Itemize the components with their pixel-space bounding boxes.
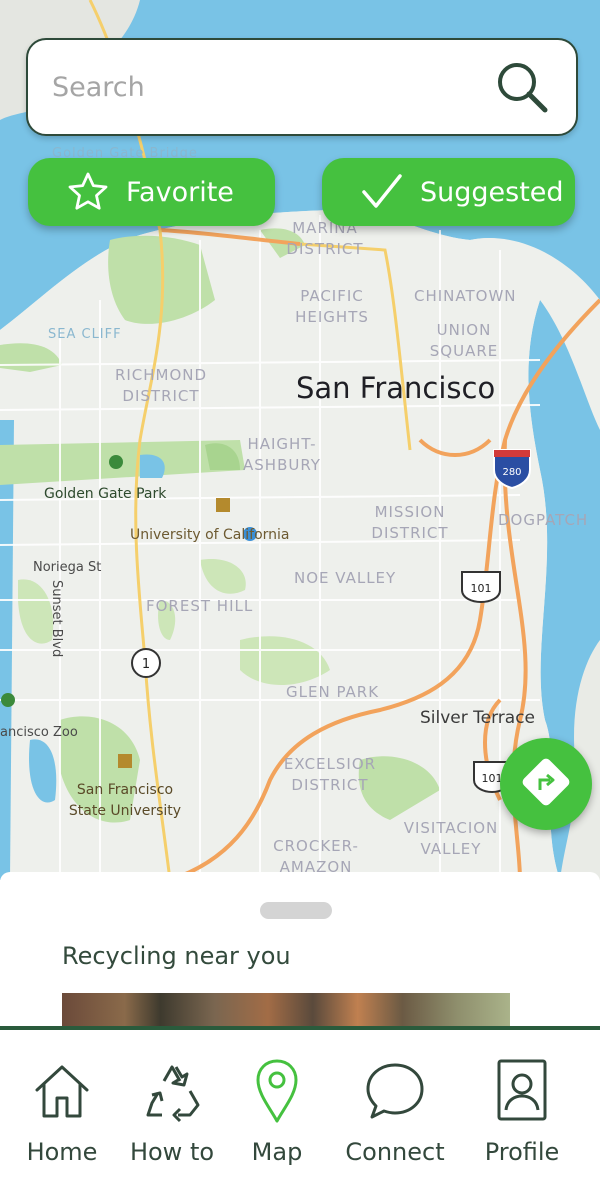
map-label-silver-terrace: Silver Terrace [420, 708, 536, 728]
svg-text:101: 101 [471, 582, 492, 595]
sheet-drag-handle[interactable] [260, 902, 332, 919]
map-label-zoo: ancisco Zoo [0, 725, 78, 740]
map-label-visitacion-valley: VISITACION VALLEY [403, 819, 499, 858]
tab-how-to[interactable]: How to [118, 1030, 226, 1197]
map-label-noe-valley: NOE VALLEY [294, 569, 397, 587]
profile-card-icon [487, 1058, 557, 1124]
map-label-golden-gate-park: Golden Gate Park [44, 486, 167, 502]
search-input[interactable] [52, 71, 492, 103]
map-label-dogpatch: DOGPATCH [498, 511, 589, 529]
bottom-sheet[interactable]: Recycling near you [0, 872, 600, 1032]
tab-how-to-label: How to [129, 1138, 215, 1166]
tab-profile[interactable]: Profile [472, 1030, 572, 1197]
map-label-forest-hill: FOREST HILL [146, 597, 254, 615]
map-pin-icon [242, 1058, 312, 1124]
map-label-union-square: UNION SQUARE [429, 321, 499, 360]
favorite-label: Favorite [126, 176, 234, 208]
recycle-icon [137, 1058, 207, 1124]
map-label-sea-cliff: SEA CLIFF [48, 327, 122, 342]
checkmark-icon [360, 170, 404, 214]
map-label-haight-ashbury: HAIGHT-ASHBURY [243, 435, 321, 474]
home-icon [27, 1058, 97, 1124]
search-bar[interactable] [26, 38, 578, 136]
map-label-excelsior: EXCELSIOR DISTRICT [283, 755, 377, 794]
sheet-title: Recycling near you [62, 942, 291, 970]
tab-map[interactable]: Map [232, 1030, 322, 1197]
tab-profile-label: Profile [484, 1138, 560, 1166]
chat-bubble-icon [360, 1058, 430, 1124]
tab-connect[interactable]: Connect [334, 1030, 456, 1197]
svg-text:1: 1 [142, 657, 150, 672]
suggested-filter-button[interactable]: Suggested [322, 158, 575, 226]
favorite-filter-button[interactable]: Favorite [28, 158, 275, 226]
map-label-glen-park: GLEN PARK [286, 683, 380, 701]
map-label-university: University of California [130, 527, 290, 543]
directions-button[interactable] [500, 738, 592, 830]
bottom-tab-bar: Home How to Map Connect Profile [0, 1026, 600, 1197]
map-label-sf-state: San Francisco State University [68, 782, 182, 819]
map-label-city: San Francisco [296, 371, 496, 405]
map-label-sunset-blvd: Sunset Blvd [49, 580, 64, 658]
route-shield-280: 280 [493, 449, 531, 490]
map-label-mission: MISSION DISTRICT [371, 503, 449, 542]
map-label-chinatown: CHINATOWN [414, 287, 517, 305]
map-label-pacific-heights: PACIFIC HEIGHTS [295, 287, 369, 326]
map-label-noriega: Noriega St [33, 560, 102, 575]
svg-text:280: 280 [502, 467, 521, 478]
tab-connect-label: Connect [345, 1138, 445, 1166]
search-icon[interactable] [492, 57, 552, 117]
map-label-richmond: RICHMOND DISTRICT [114, 366, 208, 405]
directions-icon [516, 752, 576, 816]
tab-home-label: Home [26, 1138, 98, 1166]
suggested-label: Suggested [420, 176, 564, 208]
tab-map-label: Map [251, 1138, 303, 1166]
tab-home[interactable]: Home [14, 1030, 110, 1197]
star-icon [66, 170, 110, 214]
